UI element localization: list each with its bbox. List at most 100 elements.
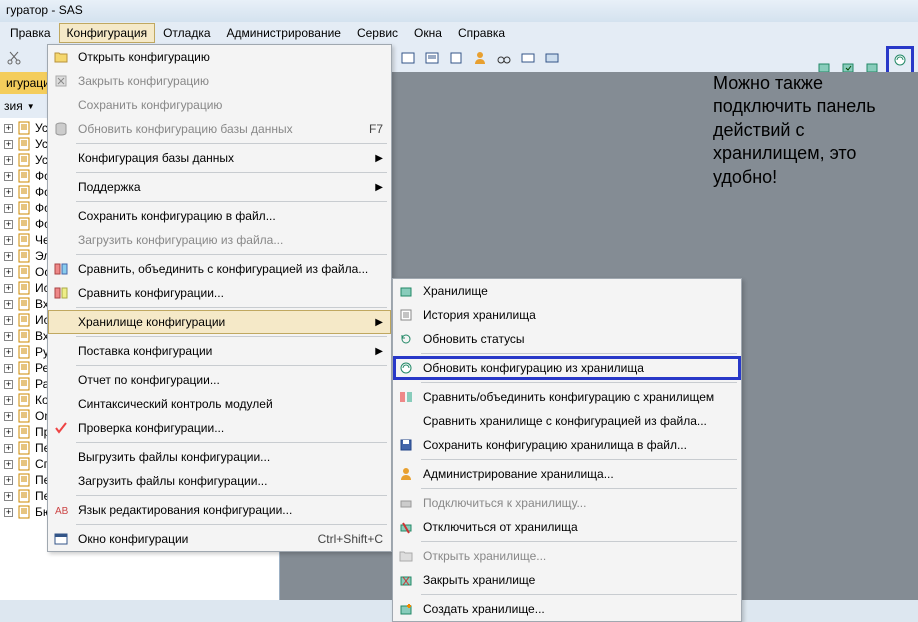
scissors-icon[interactable] <box>4 48 24 68</box>
sub-compare-file[interactable]: Сравнить хранилище с конфигурацией из фа… <box>393 409 741 433</box>
doc-icon <box>17 313 31 327</box>
repo-icon <box>397 282 415 300</box>
menu-compare-configs[interactable]: Сравнить конфигурации... <box>48 281 391 305</box>
tb-icon6[interactable] <box>518 48 538 68</box>
sub-repo[interactable]: Хранилище <box>393 279 741 303</box>
tb-person-icon[interactable] <box>470 48 490 68</box>
menu-save-config[interactable]: Сохранить конфигурацию <box>48 93 391 117</box>
doc-icon <box>17 505 31 519</box>
expand-icon[interactable]: + <box>4 444 13 453</box>
compare2-icon <box>52 284 70 302</box>
expand-icon[interactable]: + <box>4 332 13 341</box>
expand-icon[interactable]: + <box>4 124 13 133</box>
repo-update-icon[interactable] <box>890 50 910 70</box>
expand-icon[interactable]: + <box>4 172 13 181</box>
sub-open[interactable]: Открыть хранилище... <box>393 544 741 568</box>
doc-icon <box>17 489 31 503</box>
menu-config[interactable]: Конфигурация <box>59 23 156 43</box>
doc-icon <box>17 377 31 391</box>
sub-close[interactable]: Закрыть хранилище <box>393 568 741 592</box>
folder-icon <box>52 48 70 66</box>
menu-service[interactable]: Сервис <box>349 23 406 43</box>
expand-icon[interactable]: + <box>4 396 13 405</box>
expand-icon[interactable]: + <box>4 268 13 277</box>
menu-import[interactable]: Загрузить файлы конфигурации... <box>48 469 391 493</box>
sub-create[interactable]: Создать хранилище... <box>393 597 741 621</box>
menu-file[interactable]: Правка <box>2 23 59 43</box>
expand-icon[interactable]: + <box>4 188 13 197</box>
sub-disconnect[interactable]: Отключиться от хранилища <box>393 515 741 539</box>
doc-icon <box>17 345 31 359</box>
expand-icon[interactable]: + <box>4 476 13 485</box>
sub-admin[interactable]: Администрирование хранилища... <box>393 462 741 486</box>
window-icon <box>52 530 70 548</box>
expand-icon[interactable]: + <box>4 204 13 213</box>
annotation-text: Можно также подключить панель действий с… <box>713 72 908 189</box>
menu-export[interactable]: Выгрузить файлы конфигурации... <box>48 445 391 469</box>
admin-icon <box>397 465 415 483</box>
doc-icon <box>17 265 31 279</box>
expand-icon[interactable]: + <box>4 236 13 245</box>
menu-syntax[interactable]: Синтаксический контроль модулей <box>48 392 391 416</box>
doc-icon <box>17 457 31 471</box>
menu-save-file[interactable]: Сохранить конфигурацию в файл... <box>48 204 391 228</box>
doc-icon <box>17 185 31 199</box>
menu-help[interactable]: Справка <box>450 23 513 43</box>
menu-delivery[interactable]: Поставка конфигурации▶ <box>48 339 391 363</box>
menu-check[interactable]: Проверка конфигурации... <box>48 416 391 440</box>
sub-update-from[interactable]: Обновить конфигурацию из хранилища <box>393 356 741 380</box>
expand-icon[interactable]: + <box>4 284 13 293</box>
expand-icon[interactable]: + <box>4 156 13 165</box>
db-icon <box>52 120 70 138</box>
expand-icon[interactable]: + <box>4 428 13 437</box>
expand-icon[interactable]: + <box>4 364 13 373</box>
sub-save-file[interactable]: Сохранить конфигурацию хранилища в файл.… <box>393 433 741 457</box>
menu-db-config[interactable]: Конфигурация базы данных▶ <box>48 146 391 170</box>
sub-connect[interactable]: Подключиться к хранилищу... <box>393 491 741 515</box>
sidebar-subtitle[interactable]: зия <box>4 99 23 113</box>
doc-icon <box>17 249 31 263</box>
expand-icon[interactable]: + <box>4 300 13 309</box>
lang-icon: АB <box>52 501 70 519</box>
menu-window[interactable]: Окно конфигурацииCtrl+Shift+C <box>48 527 391 551</box>
config-menu: Открыть конфигурацию Закрыть конфигураци… <box>47 44 392 552</box>
expand-icon[interactable]: + <box>4 412 13 421</box>
expand-icon[interactable]: + <box>4 140 13 149</box>
expand-icon[interactable]: + <box>4 460 13 469</box>
toolbar-secondary <box>394 44 714 72</box>
menu-report[interactable]: Отчет по конфигурации... <box>48 368 391 392</box>
expand-icon[interactable]: + <box>4 220 13 229</box>
tb-icon7[interactable] <box>542 48 562 68</box>
menu-support[interactable]: Поддержка▶ <box>48 175 391 199</box>
menu-debug[interactable]: Отладка <box>155 23 218 43</box>
doc-icon <box>17 153 31 167</box>
compare-icon <box>52 260 70 278</box>
menu-close-config[interactable]: Закрыть конфигурацию <box>48 69 391 93</box>
tb-binoculars-icon[interactable] <box>494 48 514 68</box>
expand-icon[interactable]: + <box>4 492 13 501</box>
expand-icon[interactable]: + <box>4 316 13 325</box>
tb-icon1[interactable] <box>398 48 418 68</box>
sub-compare-merge[interactable]: Сравнить/объединить конфигурацию с храни… <box>393 385 741 409</box>
sub-update-status[interactable]: Обновить статусы <box>393 327 741 351</box>
doc-icon <box>17 201 31 215</box>
menu-repo[interactable]: Хранилище конфигурации▶ <box>48 310 391 334</box>
menu-windows[interactable]: Окна <box>406 23 450 43</box>
refresh-icon <box>397 330 415 348</box>
check-icon <box>52 419 70 437</box>
expand-icon[interactable]: + <box>4 508 13 517</box>
tb-icon3[interactable] <box>446 48 466 68</box>
chevron-right-icon: ▶ <box>375 153 383 164</box>
tb-icon2[interactable] <box>422 48 442 68</box>
menu-load-file[interactable]: Загрузить конфигурацию из файла... <box>48 228 391 252</box>
menu-update-db[interactable]: Обновить конфигурацию базы данныхF7 <box>48 117 391 141</box>
expand-icon[interactable]: + <box>4 252 13 261</box>
sub-history[interactable]: История хранилища <box>393 303 741 327</box>
expand-icon[interactable]: + <box>4 380 13 389</box>
doc-icon <box>17 473 31 487</box>
menu-open-config[interactable]: Открыть конфигурацию <box>48 45 391 69</box>
expand-icon[interactable]: + <box>4 348 13 357</box>
menu-lang[interactable]: АBЯзык редактирования конфигурации... <box>48 498 391 522</box>
menu-admin[interactable]: Администрирование <box>219 23 349 43</box>
menu-compare-merge[interactable]: Сравнить, объединить с конфигурацией из … <box>48 257 391 281</box>
